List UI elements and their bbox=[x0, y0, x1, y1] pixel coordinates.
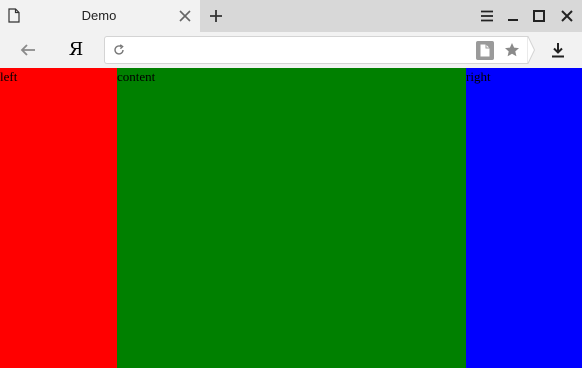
document-icon[interactable] bbox=[476, 41, 494, 60]
page-viewport: left content right bbox=[0, 68, 582, 368]
content-column-text: content bbox=[117, 69, 156, 84]
window-bottom-edge bbox=[0, 368, 582, 377]
toolbar: Я bbox=[0, 32, 582, 68]
right-column: right bbox=[466, 68, 582, 368]
tab-demo[interactable]: Demo bbox=[0, 0, 200, 32]
plus-icon[interactable] bbox=[208, 8, 224, 24]
yandex-logo-button[interactable]: Я bbox=[67, 37, 85, 63]
minimize-icon[interactable] bbox=[505, 8, 521, 24]
browser-window: Demo Я left content right bbox=[0, 0, 582, 377]
left-column: left bbox=[0, 68, 117, 368]
back-arrow-icon[interactable] bbox=[19, 42, 37, 58]
close-icon[interactable] bbox=[559, 8, 575, 24]
left-column-text: left bbox=[0, 69, 18, 84]
download-icon[interactable] bbox=[550, 42, 566, 58]
right-column-text: right bbox=[466, 69, 491, 84]
close-icon[interactable] bbox=[179, 10, 191, 22]
content-column: content bbox=[117, 68, 466, 368]
address-input[interactable] bbox=[131, 40, 471, 60]
address-bar-edge bbox=[527, 36, 535, 64]
star-icon[interactable] bbox=[504, 42, 520, 58]
tab-strip: Demo bbox=[0, 0, 582, 32]
tab-title: Demo bbox=[81, 8, 117, 23]
maximize-icon[interactable] bbox=[531, 8, 547, 24]
reload-icon[interactable] bbox=[113, 44, 125, 56]
address-bar[interactable] bbox=[104, 36, 528, 64]
hamburger-menu-icon[interactable] bbox=[479, 8, 495, 24]
page-icon bbox=[8, 8, 20, 23]
